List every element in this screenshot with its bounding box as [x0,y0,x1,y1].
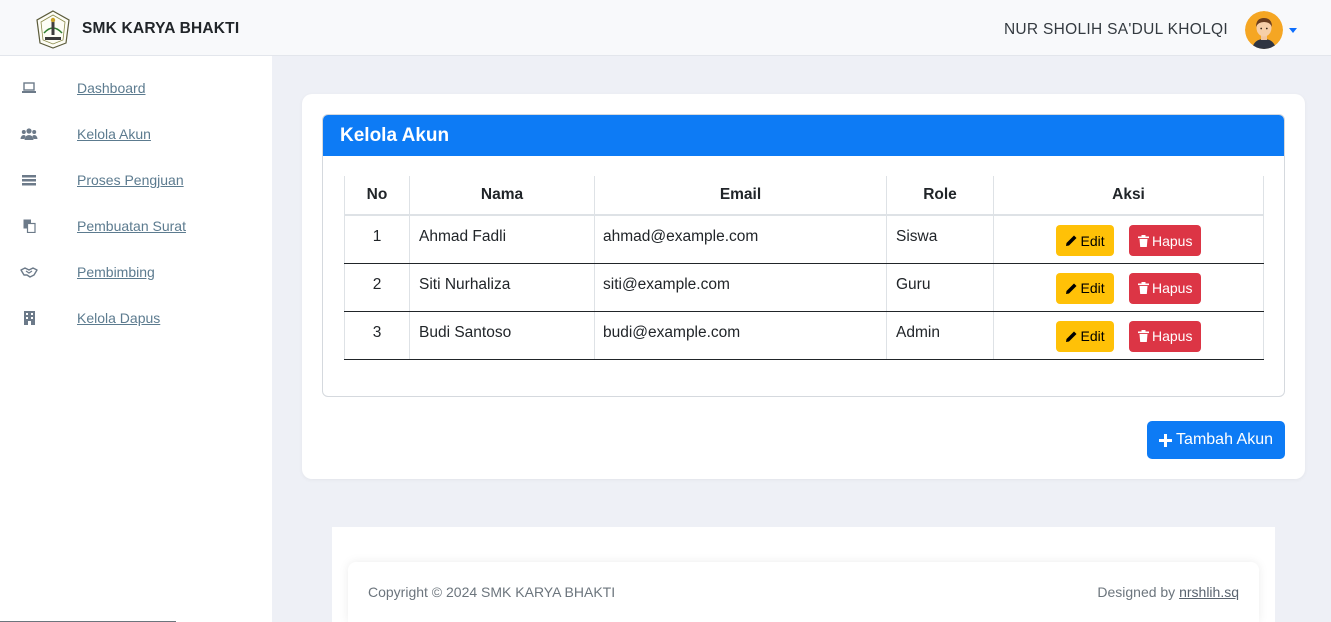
cell-email: ahmad@example.com [594,215,887,264]
edit-button[interactable]: Edit [1055,272,1114,304]
cell-nama: Siti Nurhaliza [409,263,595,312]
delete-button[interactable]: Hapus [1128,272,1202,304]
table-row: 3 Budi Santoso budi@example.com Admin Ed… [344,311,1264,360]
table-row: 2 Siti Nurhaliza siti@example.com Guru E… [344,263,1264,312]
sidebar: Dashboard Kelola Akun Proses Pengjuan Pe… [0,56,272,622]
school-crest-icon [33,9,73,49]
delete-label: Hapus [1151,328,1193,344]
laptop-icon [20,80,38,96]
cell-no: 2 [344,263,410,312]
sidebar-item-label[interactable]: Proses Pengjuan [77,172,184,188]
edit-label: Edit [1080,328,1105,344]
cell-email: budi@example.com [594,311,887,360]
brand[interactable]: SMK KARYA BHAKTI [33,9,239,49]
cell-no: 1 [344,215,410,264]
sidebar-item-label[interactable]: Pembimbing [77,264,155,280]
handshake-icon [20,264,38,280]
cell-email: siti@example.com [594,263,887,312]
building-icon [20,310,38,326]
cell-nama: Budi Santoso [409,311,595,360]
chevron-down-icon[interactable] [1289,27,1297,33]
cell-actions: Edit Hapus [993,311,1264,360]
cell-actions: Edit Hapus [993,263,1264,312]
account-card: Kelola Akun No Nama Email Role Aksi 1 Ah… [322,114,1285,397]
sidebar-item-kelola-dapus[interactable]: Kelola Dapus [20,308,160,328]
cell-actions: Edit Hapus [993,215,1264,264]
edit-button[interactable]: Edit [1055,225,1114,256]
cell-no: 3 [344,311,410,360]
sidebar-item-label[interactable]: Kelola Akun [77,126,151,142]
pencil-icon [1065,235,1077,246]
cell-nama: Ahmad Fadli [409,215,595,264]
delete-button[interactable]: Hapus [1128,225,1202,256]
column-header: Email [594,176,887,216]
delete-label: Hapus [1151,232,1193,249]
cell-role: Admin [886,311,994,360]
list-icon [20,172,38,188]
delete-button[interactable]: Hapus [1128,320,1202,352]
edit-label: Edit [1080,232,1105,249]
edit-button[interactable]: Edit [1055,320,1114,352]
pencil-icon [1065,331,1077,342]
pencil-icon [1065,283,1077,294]
users-icon [20,126,38,142]
card-title: Kelola Akun [323,115,1284,156]
delete-label: Hapus [1151,280,1193,296]
top-navbar: SMK KARYA BHAKTI NUR SHOLIH SA'DUL KHOLQ… [0,0,1331,56]
column-header: Nama [409,176,595,216]
add-account-label: Tambah Akun [1176,431,1273,448]
edit-label: Edit [1080,280,1105,296]
footer-area: Copyright © 2024 SMK KARYA BHAKTI Design… [332,527,1275,622]
copyright-text: Copyright © 2024 SMK KARYA BHAKTI [368,584,616,600]
user-menu[interactable]: NUR SHOLIH SA'DUL KHOLQI [1004,11,1297,49]
cell-role: Siswa [886,215,994,264]
trash-icon [1137,330,1149,342]
user-name: NUR SHOLIH SA'DUL KHOLQI [1003,21,1228,38]
sidebar-item-dashboard[interactable]: Dashboard [20,78,146,98]
accounts-table: No Nama Email Role Aksi 1 Ahmad Fadli ah… [344,176,1264,360]
designed-by: Designed by nrshlih.sq [1097,584,1239,600]
avatar[interactable] [1245,11,1283,49]
sidebar-item-pembuatan-surat[interactable]: Pembuatan Surat [20,216,186,236]
sidebar-item-proses-pengjuan[interactable]: Proses Pengjuan [20,170,184,190]
table-header-row: No Nama Email Role Aksi [344,176,1264,216]
designer-link[interactable]: nrshlih.sq [1179,584,1239,600]
add-account-button[interactable]: Tambah Akun [1147,421,1285,459]
trash-icon [1137,282,1149,294]
designed-by-prefix: Designed by [1097,584,1176,600]
trash-icon [1137,234,1149,247]
column-header: Aksi [993,176,1264,216]
sidebar-item-pembimbing[interactable]: Pembimbing [20,262,155,282]
plus-icon [1159,433,1173,447]
copy-icon [20,218,38,234]
table-row: 1 Ahmad Fadli ahmad@example.com Siswa Ed… [344,215,1264,264]
main-panel: Kelola Akun No Nama Email Role Aksi 1 Ah… [302,94,1305,479]
footer: Copyright © 2024 SMK KARYA BHAKTI Design… [348,562,1259,622]
brand-name: SMK KARYA BHAKTI [82,20,240,37]
sidebar-item-label[interactable]: Dashboard [77,80,146,96]
sidebar-item-label[interactable]: Pembuatan Surat [77,218,186,234]
sidebar-item-kelola-akun[interactable]: Kelola Akun [20,124,151,144]
sidebar-item-label[interactable]: Kelola Dapus [77,310,160,326]
cell-role: Guru [886,263,994,312]
column-header: Role [886,176,994,216]
column-header: No [344,176,410,216]
